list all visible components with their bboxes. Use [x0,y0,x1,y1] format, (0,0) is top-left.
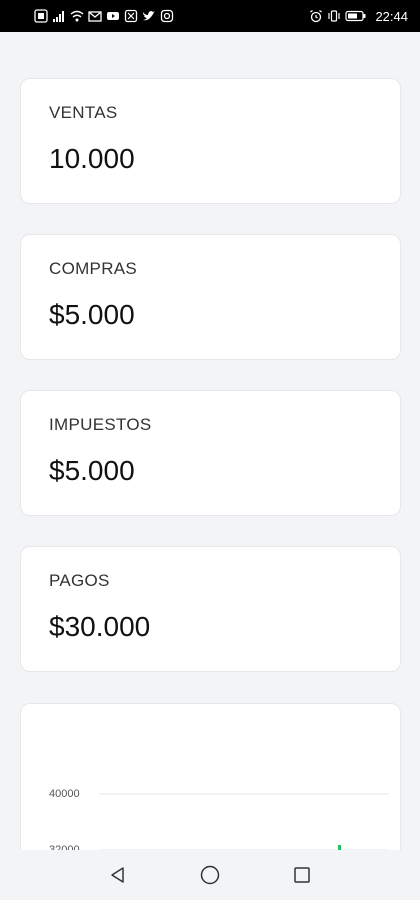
status-left-icons [34,9,174,23]
stat-value: $5.000 [49,299,135,330]
back-icon[interactable] [106,863,130,887]
youtube-icon [106,9,120,23]
status-right-icons: 22:44 [309,9,408,24]
app-icon [124,9,138,23]
stat-value: $5.000 [49,455,135,486]
nav-bar [0,850,420,900]
alarm-icon [309,9,323,23]
instagram-icon [160,9,174,23]
dashboard-content: VENTAS 10.000 COMPRAS $5.000 IMPUESTOS $… [0,32,420,850]
chart: 40000 32000 [49,788,389,850]
chart-card: 40000 32000 [20,703,401,850]
status-time: 22:44 [375,8,408,24]
vibrate-icon [327,9,341,23]
twitter-icon [142,9,156,23]
home-icon[interactable] [198,863,222,887]
stat-label: COMPRAS [49,259,138,278]
ytick-label-40000: 40000 [49,788,80,800]
stat-label: PAGOS [49,571,110,590]
stat-card-ventas[interactable]: VENTAS 10.000 [20,78,401,204]
stat-value: 10.000 [49,143,135,174]
stat-card-compras[interactable]: COMPRAS $5.000 [20,234,401,360]
status-bar: 22:44 [0,0,420,32]
stat-card-pagos[interactable]: PAGOS $30.000 [20,546,401,672]
battery-icon [345,9,367,23]
stat-label: VENTAS [49,103,118,122]
wifi-icon [70,9,84,23]
stat-value: $30.000 [49,611,151,642]
stat-label: IMPUESTOS [49,415,152,434]
stat-card-impuestos[interactable]: IMPUESTOS $5.000 [20,390,401,516]
gmail-icon [88,9,102,23]
sim-icon [34,9,48,23]
signal-icon [52,9,66,23]
recents-icon[interactable] [290,863,314,887]
